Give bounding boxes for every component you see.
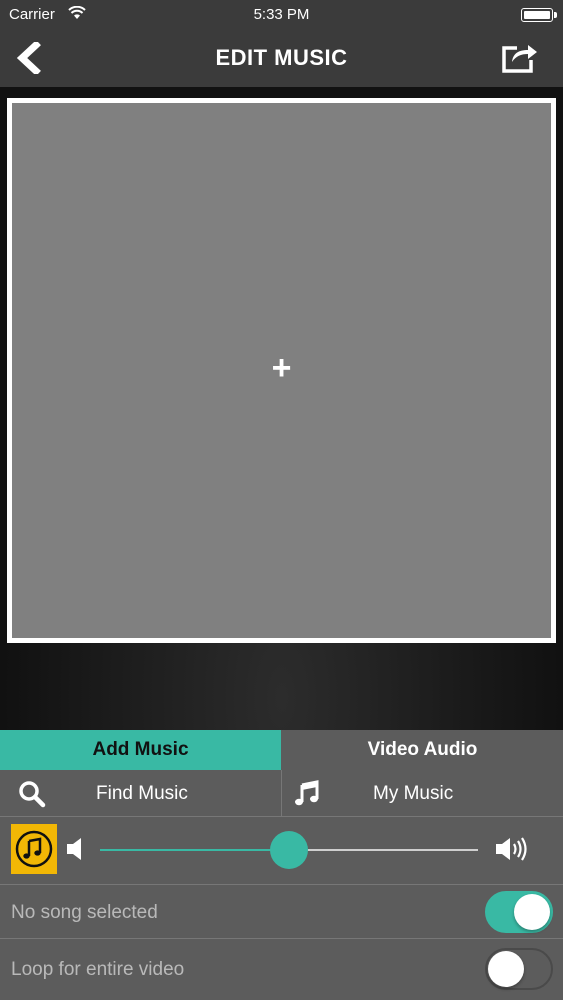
- volume-row: [0, 816, 563, 884]
- toggle-knob: [488, 951, 524, 987]
- loop-row: Loop for entire video: [0, 942, 563, 996]
- tab-video-audio[interactable]: Video Audio: [282, 730, 563, 770]
- find-music-button[interactable]: Find Music: [0, 770, 281, 816]
- song-toggle[interactable]: [485, 891, 553, 933]
- speaker-low-icon: [64, 836, 88, 862]
- status-time: 5:33 PM: [253, 6, 310, 23]
- music-note-icon: [293, 780, 321, 808]
- search-icon: [18, 780, 46, 808]
- tab-add-music[interactable]: Add Music: [0, 730, 281, 770]
- share-icon[interactable]: [501, 40, 539, 74]
- loop-label: Loop for entire video: [11, 959, 185, 980]
- video-stage: +: [0, 87, 563, 730]
- loop-toggle[interactable]: [485, 948, 553, 990]
- toggle-knob: [514, 894, 550, 930]
- volume-slider[interactable]: [100, 831, 478, 869]
- nav-bar: EDIT MUSIC: [0, 30, 563, 87]
- tab-bar: Add Music Video Audio: [0, 730, 563, 770]
- add-media-plus-icon[interactable]: +: [12, 348, 551, 388]
- song-status-label: No song selected: [11, 902, 158, 923]
- speaker-high-icon: [494, 836, 528, 862]
- song-selected-row: No song selected: [0, 885, 563, 939]
- my-music-label: My Music: [373, 783, 454, 804]
- selected-song-icon[interactable]: [11, 824, 57, 874]
- battery-icon: [521, 8, 557, 22]
- find-music-label: Find Music: [96, 783, 188, 804]
- divider: [0, 938, 563, 939]
- video-canvas[interactable]: +: [7, 98, 556, 643]
- volume-slider-thumb[interactable]: [270, 831, 308, 869]
- volume-slider-fill: [100, 849, 289, 851]
- my-music-button[interactable]: My Music: [282, 770, 563, 816]
- music-source-row: Find Music My Music: [0, 770, 563, 816]
- music-panel: Add Music Video Audio Find Music My Musi…: [0, 730, 563, 1000]
- page-title: EDIT MUSIC: [215, 45, 348, 70]
- status-bar: Carrier 5:33 PM: [0, 0, 563, 30]
